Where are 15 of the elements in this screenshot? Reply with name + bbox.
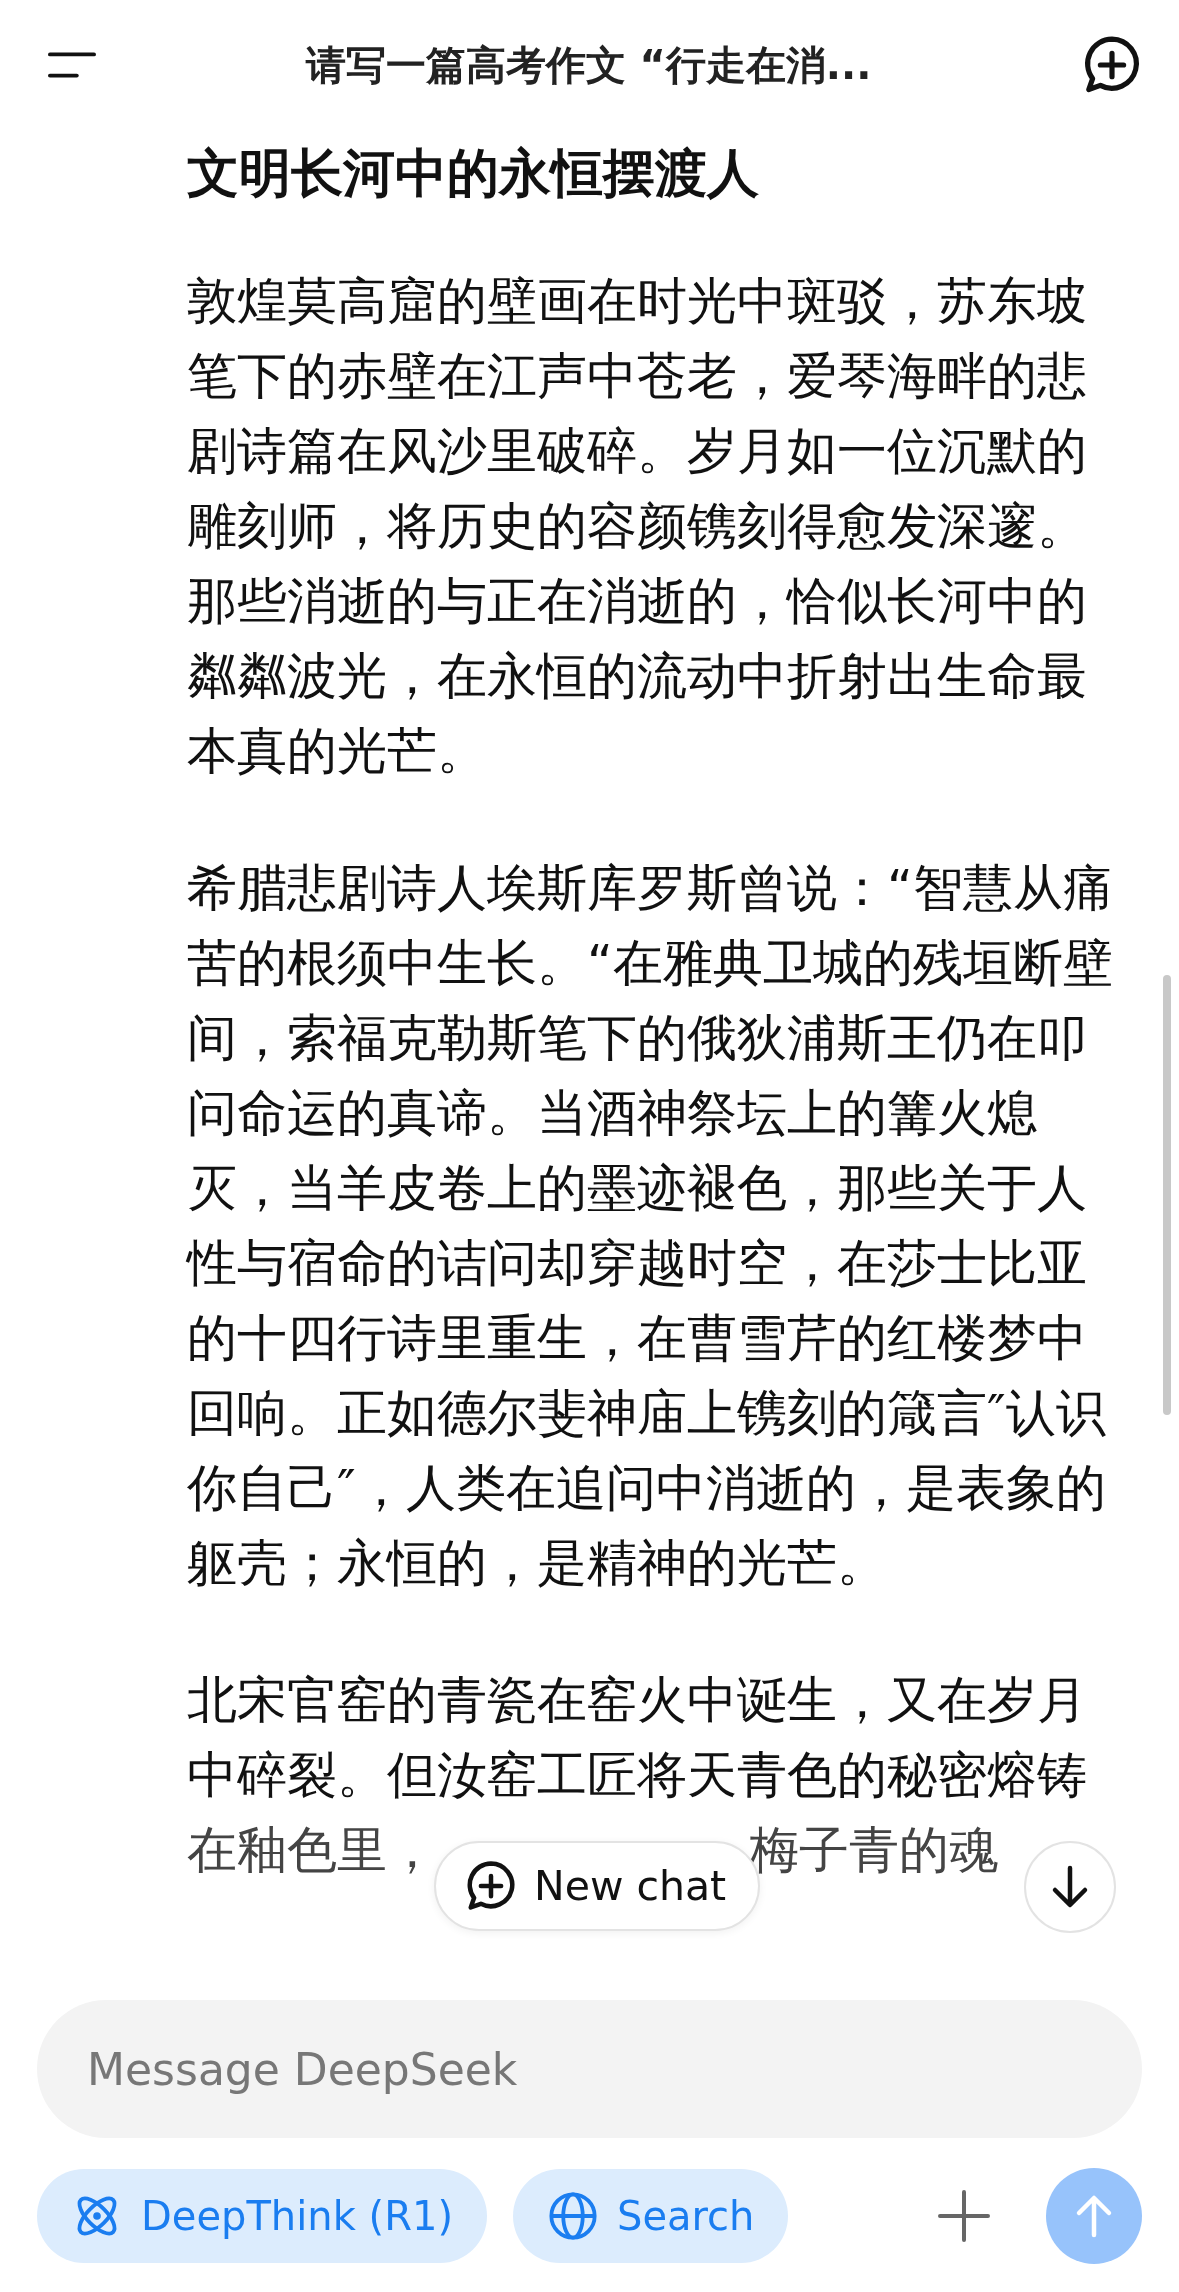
chat-title: 请写一篇高考作文 “行走在消... [304,40,873,90]
article-title: 文明长河中的永恒摆渡人 [187,142,760,205]
option-chip[interactable]: DeepThink (R1) [37,2169,487,2263]
message-input[interactable]: Message DeepSeek [37,2000,1142,2138]
arrow-up-icon [1074,2194,1114,2238]
paragraph-fragment: 在釉色里， [187,1819,437,1881]
paragraph: 敦煌莫高窟的壁画在时光中斑驳，苏东坡笔下的赤壁在江声中苍老，爱琴海畔的悲剧诗篇在风沙里破碎。岁月如一位沉默的雕刻师，将历史的容颜镌刻得愈发深邃。那些消逝的与正在消逝的，恰似长河中的粼粼波光，在永恒的流动中折射出生命最本真的光芒。 [187,270,1088,782]
paragraph: 希腊悲剧诗人埃斯库罗斯曾说：“智慧从痛苦的根须中生长。“在雅典卫城的残垣断壁间，索福克勒斯笔下的俄狄浦斯王仍在叩问命运的真谛。当酒神祭坛上的篝火熄灭，当羊皮卷上的墨迹褪色，那些关于人性与宿命的诘问却穿越时空，在莎士比亚的十四行诗里重生，在曹雪芹的红楼梦中回响。正如德尔斐神庙上镌刻的箴言″认识你自己″，人类在追问中消逝的，是表象的躯壳；永恒的，是精神的光芒。 [187,857,1114,1594]
arrow-down-icon [1050,1865,1090,1909]
paragraph: 北宋官窑的青瓷在窑火中诞生，又在岁月中碎裂。但汝窑工匠将天青色的秘密熔铸 [187,1669,1088,1806]
plus-icon[interactable] [938,2190,990,2242]
menu-icon[interactable] [48,52,96,78]
option-chip[interactable]: Search [513,2169,789,2263]
scrollbar[interactable] [1163,975,1171,1415]
globe-icon [547,2190,599,2242]
